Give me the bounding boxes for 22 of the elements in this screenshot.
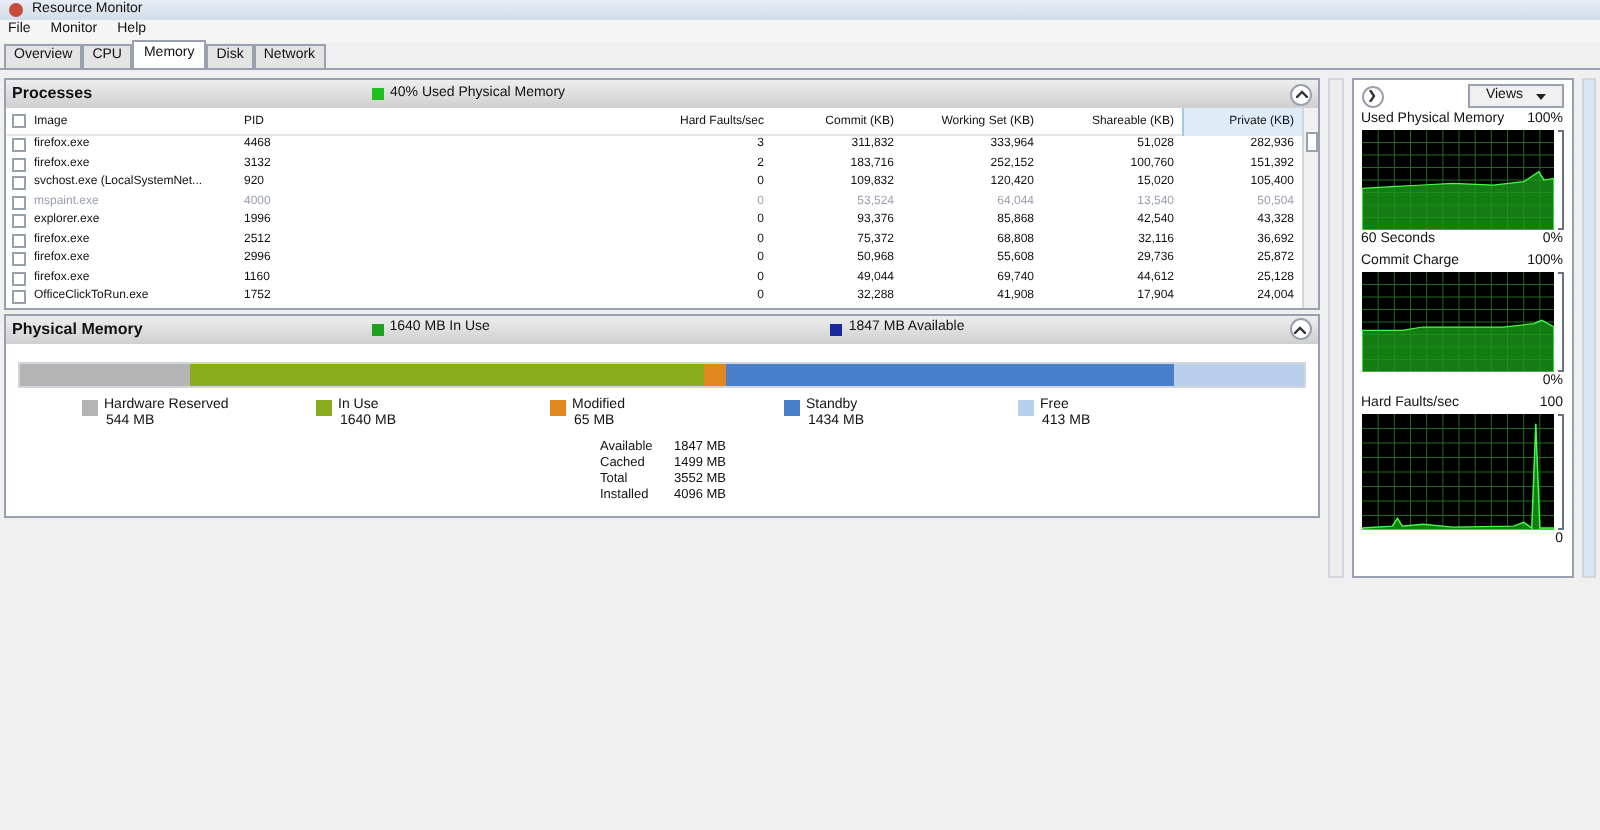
chevron-up-icon bbox=[1294, 325, 1307, 333]
chevron-right-icon bbox=[1368, 90, 1376, 102]
collapse-button[interactable] bbox=[1290, 83, 1312, 105]
caret-icon bbox=[1535, 93, 1545, 99]
checkbox[interactable] bbox=[12, 157, 26, 172]
scrollbar[interactable] bbox=[1581, 78, 1596, 578]
checkbox[interactable] bbox=[12, 233, 26, 248]
section-title: Processes bbox=[12, 82, 95, 106]
section-title: Physical Memory bbox=[12, 317, 145, 341]
checkbox[interactable] bbox=[12, 271, 26, 286]
checkbox[interactable] bbox=[12, 176, 26, 191]
checkbox[interactable] bbox=[12, 290, 26, 305]
expand-button[interactable] bbox=[1361, 85, 1383, 107]
collapse-button[interactable] bbox=[1290, 318, 1312, 340]
checkbox[interactable] bbox=[12, 214, 26, 229]
chevron-up-icon bbox=[1295, 90, 1307, 98]
scrollbar[interactable] bbox=[1328, 78, 1343, 578]
checkbox[interactable] bbox=[12, 114, 26, 128]
app-icon bbox=[8, 2, 24, 18]
scrollbar[interactable] bbox=[1302, 108, 1318, 307]
checkbox[interactable] bbox=[12, 252, 26, 267]
checkbox[interactable] bbox=[12, 138, 26, 153]
